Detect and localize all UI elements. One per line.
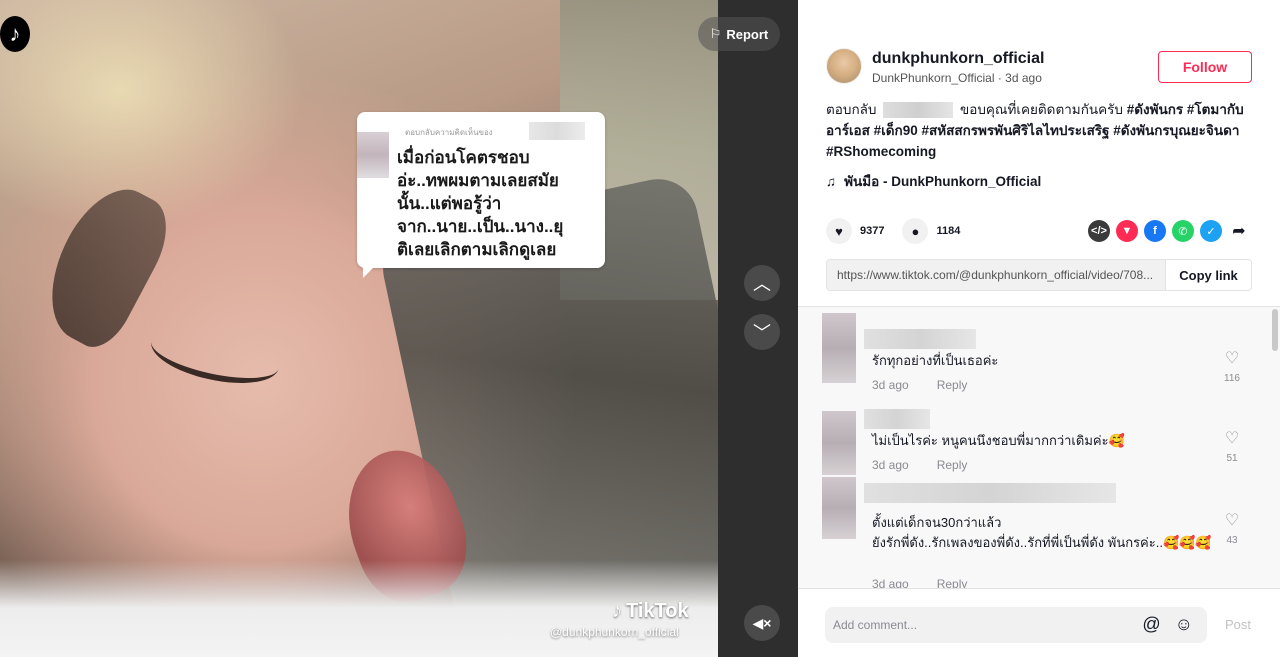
report-button[interactable]: ⚐ Report — [698, 17, 780, 51]
share-icons: </> ▼ f ✆ ✓ ➦ — [1088, 220, 1250, 242]
music-title: พันมือ - DunkPhunkorn_Official — [844, 174, 1042, 189]
post-button[interactable]: Post — [1225, 617, 1251, 632]
mention-icon[interactable]: @ — [1142, 614, 1160, 635]
blurred-username — [864, 483, 1116, 503]
reply-comment-sticker: ตอบกลับความคิดเห็นของ เมื่อก่อนโคตรชอบ อ… — [357, 112, 605, 278]
author-subtitle: DunkPhunkorn_Official · 3d ago — [872, 71, 1042, 85]
copy-link-button[interactable]: Copy link — [1165, 260, 1251, 290]
blurred-username — [529, 122, 585, 140]
comment-text: ไม่เป็นไรค่ะ หนูคนนึงชอบพี่มากกว่าเดิมค่… — [872, 433, 1125, 448]
chevron-down-icon: ﹀ — [753, 323, 771, 343]
comment-count: 1184 — [936, 225, 961, 237]
reply-header: ตอบกลับความคิดเห็นของ — [405, 128, 493, 137]
add-comment-input[interactable]: Add comment... @ ☺ — [825, 607, 1207, 643]
comment-time: 3d ago — [872, 458, 909, 472]
comment-time: 3d ago — [872, 577, 909, 588]
facebook-icon[interactable]: f — [1144, 220, 1166, 242]
tiktok-video-page: ตอบกลับความคิดเห็นของ เมื่อก่อนโคตรชอบ อ… — [0, 0, 1280, 657]
engagement-stats: ♥ 9377 ● 1184 — [826, 218, 978, 244]
tiktok-note-icon: ♪ — [612, 600, 622, 622]
share-link-box: https://www.tiktok.com/@dunkphunkorn_off… — [826, 259, 1252, 291]
comment-like[interactable]: ♡ 116 — [1222, 350, 1242, 385]
comment-like[interactable]: ♡ 43 — [1222, 512, 1242, 547]
heart-outline-icon: ♡ — [1224, 512, 1240, 529]
video-eye-shape — [146, 317, 284, 393]
flag-icon: ⚐ — [709, 26, 722, 41]
reply-button[interactable]: Reply — [937, 577, 968, 588]
comment-like[interactable]: ♡ 51 — [1222, 430, 1242, 465]
comment-text: ตั้งแต่เด็กจน30กว่าแล้ว ยังรักพี่ดัง..รั… — [872, 515, 1212, 550]
video-frame: ตอบกลับความคิดเห็นของ เมื่อก่อนโคตรชอบ อ… — [0, 0, 718, 657]
add-comment-bar: Add comment... @ ☺ Post — [798, 588, 1280, 657]
previous-video-button[interactable]: ︿ — [744, 265, 780, 301]
emoji-icon[interactable]: ☺ — [1175, 614, 1193, 635]
heart-outline-icon: ♡ — [1224, 350, 1240, 367]
blurred-avatar — [822, 411, 856, 475]
video-player[interactable]: ตอบกลับความคิดเห็นของ เมื่อก่อนโคตรชอบ อ… — [0, 0, 798, 657]
blurred-avatar — [822, 477, 856, 539]
forward-icon[interactable]: ➦ — [1228, 220, 1250, 242]
tiktok-share-icon[interactable]: ▼ — [1116, 220, 1138, 242]
music-link[interactable]: ♫ พันมือ - DunkPhunkorn_Official — [826, 170, 1041, 192]
tiktok-watermark: ♪ TikTok @dunkphunkorn_official — [550, 600, 689, 639]
video-details-panel: dunkphunkorn_official DunkPhunkorn_Offic… — [798, 0, 1280, 657]
comment-like-count: 51 — [1226, 453, 1238, 464]
watermark-handle: @dunkphunkorn_official — [550, 625, 679, 639]
comment-like-count: 43 — [1226, 535, 1238, 546]
author-avatar[interactable] — [826, 48, 862, 84]
reply-button[interactable]: Reply — [937, 458, 968, 472]
twitter-icon[interactable]: ✓ — [1200, 220, 1222, 242]
comment-text: รักทุกอย่างที่เป็นเธอค่ะ — [872, 353, 999, 368]
comment-bubble-icon: ● — [911, 223, 920, 239]
mute-button[interactable]: ◀× — [744, 605, 780, 641]
embed-icon[interactable]: </> — [1088, 220, 1110, 242]
blurred-username — [864, 329, 976, 349]
comment-like-count: 116 — [1224, 373, 1240, 384]
author-username[interactable]: dunkphunkorn_official — [872, 50, 1044, 68]
blurred-avatar — [357, 132, 389, 178]
caption-body: ขอบคุณที่เคยติดตามกันครับ — [960, 102, 1123, 117]
watermark-brand: TikTok — [626, 600, 689, 622]
report-label: Report — [726, 26, 769, 42]
music-note-icon: ♫ — [826, 173, 837, 189]
add-comment-placeholder: Add comment... — [833, 618, 918, 632]
next-video-button[interactable]: ﹀ — [744, 314, 780, 350]
reply-button[interactable]: Reply — [937, 378, 968, 392]
like-count: 9377 — [860, 225, 885, 237]
comments-scrollbar[interactable] — [1272, 309, 1278, 351]
caption-prefix: ตอบกลับ — [826, 102, 877, 117]
speaker-muted-icon: ◀× — [752, 614, 772, 631]
whatsapp-icon[interactable]: ✆ — [1172, 220, 1194, 242]
heart-icon: ♥ — [835, 223, 843, 239]
follow-button[interactable]: Follow — [1158, 51, 1252, 83]
video-caption: ตอบกลับ ขอบคุณที่เคยติดตามกันครับ #ดังพั… — [826, 99, 1256, 162]
video-url[interactable]: https://www.tiktok.com/@dunkphunkorn_off… — [827, 260, 1165, 290]
blurred-mention — [883, 102, 954, 119]
comment-list[interactable]: รักทุกอย่างที่เป็นเธอค่ะ 3d ago Reply ♡ … — [798, 306, 1280, 588]
chevron-up-icon: ︿ — [753, 274, 771, 294]
tiktok-logo-icon[interactable]: ♪ — [0, 16, 30, 52]
like-button[interactable]: ♥ — [826, 218, 852, 244]
heart-outline-icon: ♡ — [1224, 430, 1240, 447]
reply-text: เมื่อก่อนโคตรชอบ อ่ะ..ทพผมตามเลยสมัย นั้… — [397, 148, 564, 259]
comment-time: 3d ago — [872, 378, 909, 392]
blurred-avatar — [822, 313, 856, 383]
blurred-username — [864, 409, 930, 429]
comment-button[interactable]: ● — [902, 218, 929, 244]
